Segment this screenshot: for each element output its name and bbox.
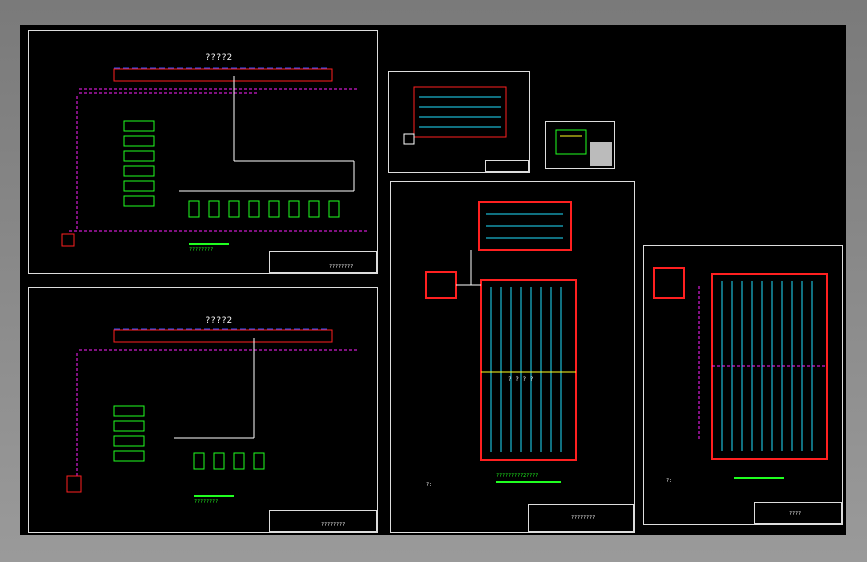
title-block-label: ????????	[321, 522, 346, 528]
sheet-bottom-left[interactable]: ????2 ???????? ????????	[28, 287, 378, 533]
title-block-label: ????????	[329, 264, 354, 270]
pool-caption: ?????????2????	[496, 473, 539, 479]
pipe-schematic-top	[61, 67, 369, 247]
tiny-detail	[555, 129, 612, 166]
title-block-label: ????	[789, 511, 802, 517]
title-block-label: ????????	[571, 515, 596, 521]
label-2: ?	[522, 376, 527, 383]
pipe-schematic-bottom	[66, 328, 359, 497]
label-0: ?	[508, 376, 512, 383]
label-3: ?	[529, 376, 534, 383]
sheet-tiny[interactable]	[545, 121, 615, 169]
sheet-pool-right[interactable]: ?: ????	[643, 245, 843, 525]
right-notes: ?:	[666, 478, 673, 484]
title-block	[269, 251, 377, 273]
small-pool-plan	[403, 86, 507, 145]
cad-drawing-canvas[interactable]: ????2 ???????? ???????? ????2 ???????? ?…	[20, 25, 846, 535]
pool-labels: ? ? ? ?	[508, 376, 533, 383]
sheet-caption: ????????	[194, 499, 219, 505]
title-block	[269, 510, 377, 532]
sheet-pool-main[interactable]: ? ? ? ? ?????????2???? ?: ????????	[390, 181, 635, 533]
sheet-small-plan[interactable]	[388, 71, 530, 173]
sheet-caption: ????????	[189, 247, 214, 253]
title-block	[485, 160, 529, 172]
pool-plan-right	[653, 267, 828, 479]
label-1: ?	[515, 376, 519, 383]
sheet-top-left[interactable]: ????2 ???????? ????????	[28, 30, 378, 274]
pool-notes: ?:	[426, 482, 433, 488]
